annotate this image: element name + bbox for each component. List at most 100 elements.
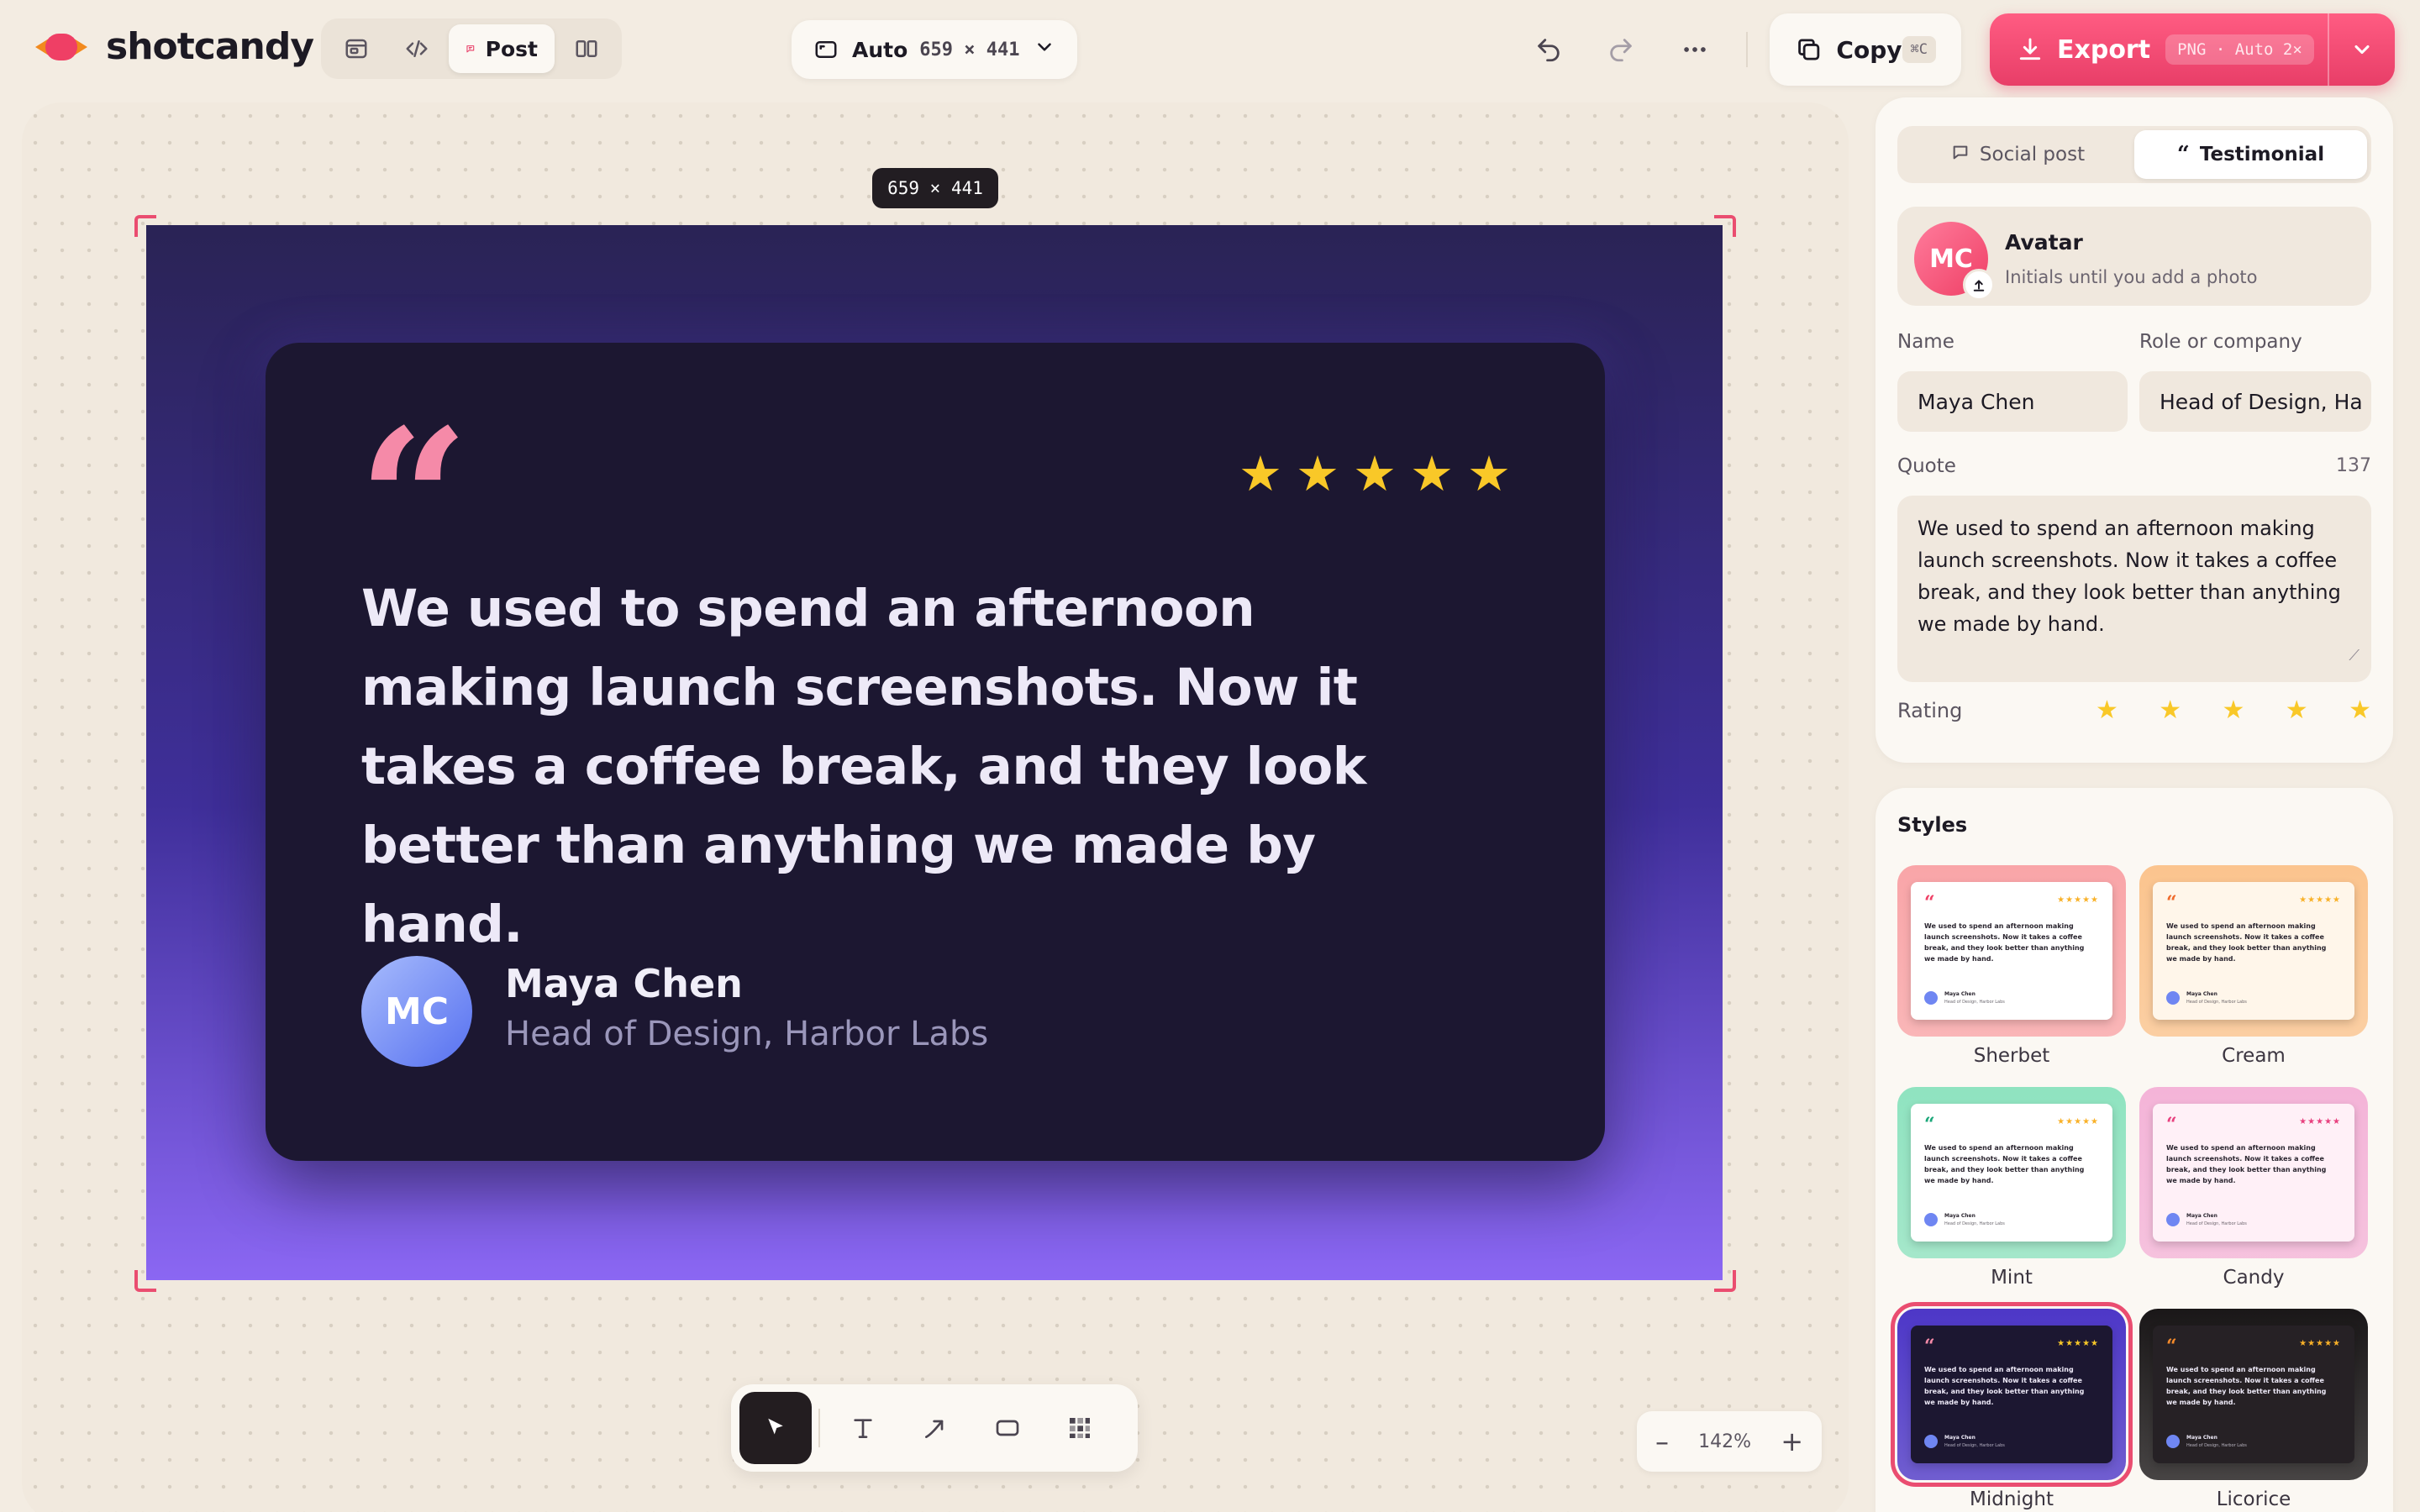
- text-tool[interactable]: [827, 1392, 899, 1464]
- style-option-label: Mint: [1991, 1267, 2033, 1289]
- post-type-tabs: Social post “ Testimonial: [1897, 126, 2371, 183]
- export-button[interactable]: Export PNG · Auto 2×: [1990, 13, 2329, 86]
- artboard-size-tag: 659 × 441: [872, 168, 998, 208]
- testimonial-avatar[interactable]: MC: [361, 956, 472, 1067]
- avatar: [1924, 1213, 1938, 1226]
- quote-textarea[interactable]: We used to spend an afternoon making lau…: [1897, 496, 2371, 682]
- style-option-sherbet[interactable]: “ ★★★★★ We used to spend an afternoon maki…: [1897, 865, 2126, 1067]
- rating-label: Rating: [1897, 699, 1963, 722]
- testimonial-author-role[interactable]: Head of Design, Harbor Labs: [505, 1015, 988, 1053]
- export-button-group: Export PNG · Auto 2×: [1990, 13, 2395, 86]
- tab-social-post[interactable]: Social post: [1902, 130, 2134, 179]
- style-preview-name: Maya Chen: [1944, 1435, 1975, 1441]
- chat-icon: [1951, 143, 1970, 166]
- styles-title: Styles: [1897, 813, 1968, 837]
- style-option-cream[interactable]: “ ★★★★★ We used to spend an afternoon maki…: [2139, 865, 2368, 1067]
- tool-divider: [818, 1409, 820, 1447]
- app-logo[interactable]: shotcandy: [35, 25, 314, 68]
- style-preview-name: Maya Chen: [2186, 1213, 2217, 1219]
- star-icon: ★: [1353, 445, 1397, 502]
- style-thumbnail: “ ★★★★★ We used to spend an afternoon maki…: [2139, 1087, 2368, 1258]
- quote-mark-icon: “: [2166, 892, 2177, 914]
- rating-star-4[interactable]: ★: [2286, 696, 2308, 725]
- style-preview-text: We used to spend an afternoon making lau…: [2166, 1144, 2327, 1184]
- style-preview-card: “ ★★★★★ We used to spend an afternoon maki…: [2153, 1326, 2354, 1463]
- style-thumbnail: “ ★★★★★ We used to spend an afternoon maki…: [1897, 865, 2126, 1037]
- mode-switcher: Post: [321, 18, 622, 79]
- style-thumbnail: “ ★★★★★ We used to spend an afternoon maki…: [1897, 1087, 2126, 1258]
- style-preview-text: We used to spend an afternoon making lau…: [1924, 922, 2085, 963]
- quote-mark-icon: “: [2166, 1114, 2177, 1136]
- style-preview-role: Head of Design, Harbor Labs: [1944, 1443, 2005, 1448]
- avatar-title: Avatar: [2005, 230, 2083, 255]
- undo-icon[interactable]: [1529, 30, 1568, 69]
- style-option-midnight[interactable]: “ ★★★★★ We used to spend an afternoon maki…: [1891, 1302, 2133, 1510]
- mode-post-button[interactable]: Post: [449, 24, 555, 73]
- style-preview-text: We used to spend an afternoon making lau…: [2166, 922, 2327, 963]
- role-field[interactable]: Head of Design, Ha: [2139, 371, 2371, 432]
- chevron-down-icon: [1034, 36, 1055, 63]
- app-name: shotcandy: [106, 25, 314, 68]
- chat-icon: [466, 45, 475, 53]
- select-tool[interactable]: [739, 1392, 812, 1464]
- quote-icon: “: [2176, 142, 2190, 167]
- tab-testimonial[interactable]: “ Testimonial: [2134, 130, 2367, 179]
- tab-social-post-label: Social post: [1979, 144, 2086, 165]
- mode-screenshot-button[interactable]: [328, 24, 385, 73]
- zoom-level: 142%: [1698, 1431, 1752, 1452]
- canvas-size-dropdown[interactable]: Auto 659 × 441: [792, 20, 1077, 79]
- star-icon: ★: [1296, 445, 1339, 502]
- style-preview-text: We used to spend an afternoon making lau…: [1924, 1366, 2085, 1406]
- rating-star-5[interactable]: ★: [2349, 696, 2371, 725]
- top-toolbar: shotcandy Post Auto 659 × 441 Copy ⌘C Ex…: [0, 0, 2420, 99]
- size-dimensions: 659 × 441: [919, 39, 1020, 60]
- rating-star-1[interactable]: ★: [2096, 696, 2118, 725]
- zoom-in-button[interactable]: +: [1781, 1425, 1803, 1457]
- grid-icon: [1070, 1418, 1090, 1438]
- style-option-label: Sherbet: [1973, 1045, 2050, 1067]
- quote-mark-icon: “: [1924, 892, 1935, 914]
- star-icon: ★: [1410, 445, 1454, 502]
- export-options-button[interactable]: [2329, 38, 2395, 61]
- copy-button[interactable]: Copy ⌘C: [1770, 13, 1961, 86]
- style-option-candy[interactable]: “ ★★★★★ We used to spend an afternoon maki…: [2139, 1087, 2368, 1289]
- avatar-upload[interactable]: MC Avatar Initials until you add a photo: [1897, 207, 2371, 306]
- split-view-icon: [576, 40, 597, 57]
- tool-dock: [731, 1384, 1138, 1472]
- copy-label: Copy: [1836, 35, 1902, 64]
- style-option-mint[interactable]: “ ★★★★★ We used to spend an afternoon maki…: [1897, 1087, 2126, 1289]
- style-option-label: Midnight: [1970, 1488, 2054, 1510]
- rating-star-3[interactable]: ★: [2223, 696, 2245, 725]
- artboard[interactable]: “ ★ ★ ★ ★ ★ We used to spend an afternoo…: [146, 225, 1723, 1280]
- style-preview-card: “ ★★★★★ We used to spend an afternoon maki…: [1911, 882, 2112, 1020]
- rating-star-2[interactable]: ★: [2159, 696, 2181, 725]
- blur-tool[interactable]: [1044, 1392, 1116, 1464]
- zoom-out-button[interactable]: –: [1655, 1425, 1669, 1457]
- style-preview-card: “ ★★★★★ We used to spend an afternoon maki…: [2153, 882, 2354, 1020]
- redo-icon[interactable]: [1602, 30, 1640, 69]
- rectangle-tool[interactable]: [971, 1392, 1044, 1464]
- quote-mark-icon: “: [1924, 1114, 1935, 1136]
- mode-compare-button[interactable]: [558, 24, 615, 73]
- mode-code-button[interactable]: [388, 24, 445, 73]
- text-icon: [854, 1419, 872, 1438]
- style-preview-card: “ ★★★★★ We used to spend an afternoon maki…: [1911, 1326, 2112, 1463]
- avatar: [2166, 1213, 2180, 1226]
- style-option-label: Licorice: [2216, 1488, 2291, 1510]
- upload-icon[interactable]: [1963, 269, 1995, 301]
- testimonial-author-name[interactable]: Maya Chen: [505, 961, 743, 1006]
- testimonial-quote-text[interactable]: We used to spend an afternoon making lau…: [361, 570, 1479, 964]
- style-preview-name: Maya Chen: [1944, 1213, 1975, 1219]
- arrow-tool[interactable]: [899, 1392, 971, 1464]
- styles-panel: Styles “ ★★★★★ We used to spend an afterno…: [1876, 788, 2393, 1512]
- style-option-licorice[interactable]: “ ★★★★★ We used to spend an afternoon maki…: [2139, 1309, 2368, 1510]
- style-thumbnail: “ ★★★★★ We used to spend an afternoon maki…: [1891, 1302, 2133, 1487]
- role-label: Role or company: [2139, 331, 2302, 353]
- resize-handle-icon[interactable]: ⟋: [2349, 640, 2360, 672]
- testimonial-card[interactable]: “ ★ ★ ★ ★ ★ We used to spend an afternoo…: [266, 343, 1605, 1161]
- more-options-icon[interactable]: [1676, 30, 1714, 69]
- name-field[interactable]: Maya Chen: [1897, 371, 2128, 432]
- style-preview-role: Head of Design, Harbor Labs: [2186, 1221, 2247, 1226]
- style-preview-text: We used to spend an afternoon making lau…: [2166, 1366, 2327, 1406]
- style-preview-card: “ ★★★★★ We used to spend an afternoon maki…: [2153, 1104, 2354, 1242]
